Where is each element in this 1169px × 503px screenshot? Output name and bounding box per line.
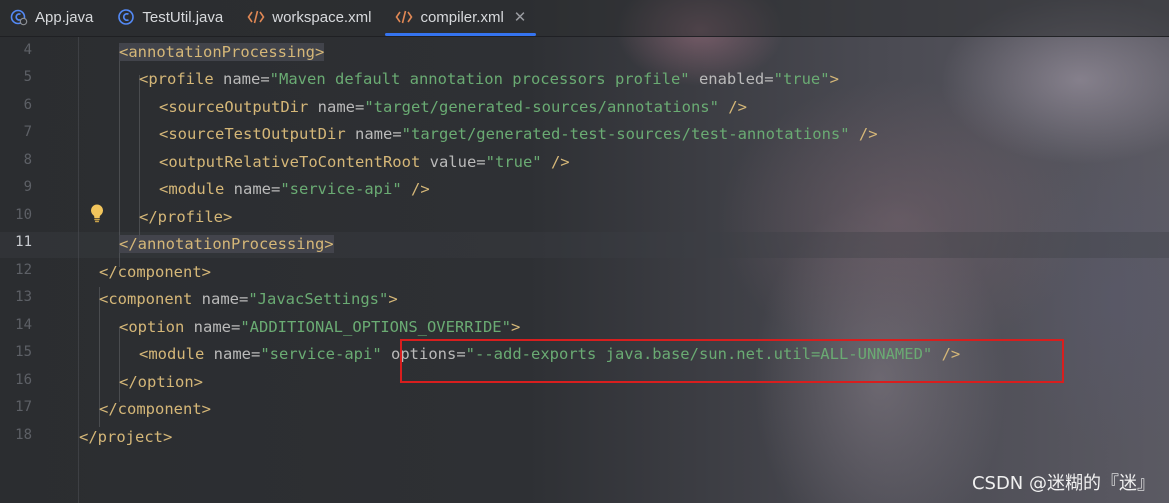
code-line-14: <option name="ADDITIONAL_OPTIONS_OVERRID… bbox=[119, 318, 521, 336]
class-icon bbox=[117, 8, 135, 26]
code-line-7: <sourceTestOutputDir name="target/genera… bbox=[159, 125, 878, 143]
annotation-highlight-box bbox=[400, 339, 1064, 383]
line-number: 5 bbox=[23, 69, 32, 85]
line-number: 13 bbox=[15, 289, 32, 305]
line-number: 16 bbox=[15, 372, 32, 388]
code-line-18: </project> bbox=[79, 428, 173, 446]
line-number: 4 bbox=[23, 42, 32, 58]
tab-label: TestUtil.java bbox=[142, 8, 224, 26]
line-number: 18 bbox=[15, 427, 32, 443]
close-icon[interactable]: ✕ bbox=[514, 8, 527, 26]
line-number: 8 bbox=[23, 152, 32, 168]
code-line-12: </component> bbox=[99, 263, 211, 281]
code-line-10: </profile> bbox=[139, 208, 233, 226]
tab-app-java[interactable]: App.java bbox=[0, 0, 107, 34]
editor-tab-bar: App.java TestUtil.java workspace.xml com… bbox=[0, 0, 1169, 37]
tab-compiler-xml[interactable]: compiler.xml ✕ bbox=[385, 0, 537, 36]
tab-label: App.java bbox=[35, 8, 94, 26]
line-number: 15 bbox=[15, 344, 32, 360]
line-number-gutter: 4 5 6 7 8 9 10 11 12 13 14 15 16 17 18 bbox=[0, 37, 79, 503]
line-number: 7 bbox=[23, 124, 32, 140]
code-line-8: <outputRelativeToContentRoot value="true… bbox=[159, 153, 570, 171]
line-number: 9 bbox=[23, 179, 32, 195]
tab-label: workspace.xml bbox=[272, 8, 372, 26]
code-line-6: <sourceOutputDir name="target/generated-… bbox=[159, 98, 747, 116]
line-number: 6 bbox=[23, 97, 32, 113]
code-line-9: <module name="service-api" /> bbox=[159, 180, 430, 198]
code-line-17: </component> bbox=[99, 400, 211, 418]
tab-label: compiler.xml bbox=[420, 8, 504, 26]
line-number: 10 bbox=[15, 207, 32, 223]
line-number: 12 bbox=[15, 262, 32, 278]
line-number: 14 bbox=[15, 317, 32, 333]
code-editor[interactable]: <annotationProcessing> <profile name="Ma… bbox=[78, 37, 1169, 503]
code-line-16: </option> bbox=[119, 373, 203, 391]
code-line-4: <annotationProcessing> bbox=[119, 43, 325, 61]
line-number-current: 11 bbox=[15, 234, 32, 250]
java-class-icon bbox=[10, 8, 28, 26]
tab-workspace-xml[interactable]: workspace.xml bbox=[237, 0, 385, 34]
watermark: CSDN @迷糊的『迷』 bbox=[971, 473, 1155, 494]
tab-testutil-java[interactable]: TestUtil.java bbox=[107, 0, 237, 34]
xml-icon bbox=[247, 8, 265, 26]
code-line-5: <profile name="Maven default annotation … bbox=[139, 70, 839, 88]
code-line-13: <component name="JavacSettings"> bbox=[99, 290, 398, 308]
code-line-11: </annotationProcessing> bbox=[119, 235, 334, 253]
line-number: 17 bbox=[15, 399, 32, 415]
xml-icon bbox=[395, 8, 413, 26]
